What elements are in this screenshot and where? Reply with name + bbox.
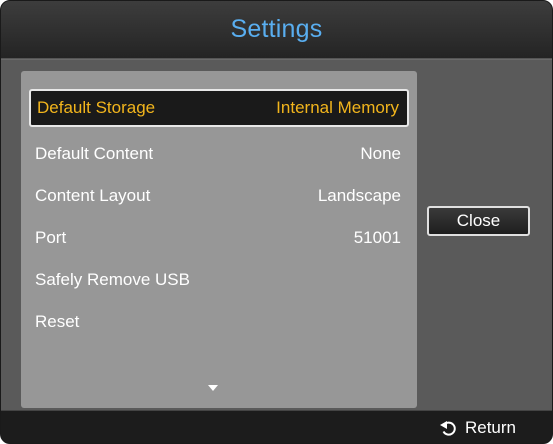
scroll-down-arrow-icon[interactable] xyxy=(208,385,218,391)
setting-safely-remove-usb[interactable]: Safely Remove USB xyxy=(29,261,409,299)
setting-value: Landscape xyxy=(317,186,401,205)
settings-list: Default Storage Internal Memory Default … xyxy=(21,71,417,408)
setting-value: 51001 xyxy=(353,228,401,247)
return-arrow-icon xyxy=(439,419,457,437)
dialog-body: Default Storage Internal Memory Default … xyxy=(1,59,552,410)
setting-default-storage[interactable]: Default Storage Internal Memory xyxy=(29,89,409,127)
setting-content-layout[interactable]: Content Layout Landscape xyxy=(29,177,409,215)
settings-dialog: Settings Default Storage Internal Memory… xyxy=(0,0,553,444)
title-bar: Settings xyxy=(1,1,552,59)
setting-reset[interactable]: Reset xyxy=(29,303,409,341)
setting-label: Port xyxy=(35,228,67,247)
setting-value: Internal Memory xyxy=(276,98,399,117)
footer-bar: Return xyxy=(1,410,552,443)
setting-label: Content Layout xyxy=(35,186,151,205)
setting-default-content[interactable]: Default Content None xyxy=(29,135,409,173)
setting-label: Default Content xyxy=(35,144,154,163)
setting-label: Safely Remove USB xyxy=(35,270,190,289)
setting-label: Default Storage xyxy=(37,98,156,117)
return-hint[interactable]: Return xyxy=(439,418,516,438)
setting-value: None xyxy=(360,144,401,163)
dialog-title: Settings xyxy=(230,15,323,43)
setting-port[interactable]: Port 51001 xyxy=(29,219,409,257)
return-label: Return xyxy=(464,418,516,437)
close-button[interactable]: Close xyxy=(427,206,530,236)
setting-label: Reset xyxy=(35,312,80,331)
